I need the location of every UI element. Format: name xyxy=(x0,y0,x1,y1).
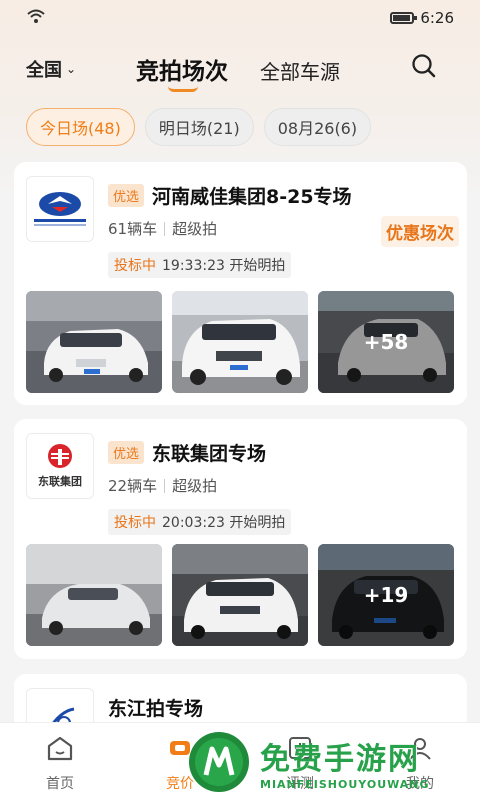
car-photo[interactable] xyxy=(172,544,308,646)
region-selector[interactable]: 全国 ⌄ xyxy=(26,56,76,82)
auction-type: 超级拍 xyxy=(172,220,218,238)
car-photo[interactable] xyxy=(26,544,162,646)
more-photos-count[interactable]: +58 xyxy=(318,291,454,393)
nav-home[interactable]: 首页 xyxy=(0,723,120,800)
tab-auction-sessions[interactable]: 竞拍场次 xyxy=(136,52,228,86)
chip-today[interactable]: 今日场(48) xyxy=(26,108,135,146)
card-title: 河南威佳集团8-25专场 xyxy=(152,186,352,208)
car-photos: +58 xyxy=(26,291,454,393)
active-tab-indicator xyxy=(168,86,198,92)
chip-aug26[interactable]: 08月26(6) xyxy=(263,108,372,146)
wifi-icon xyxy=(26,8,46,28)
tab-all-cars[interactable]: 全部车源 xyxy=(260,56,340,85)
search-icon[interactable] xyxy=(410,52,438,80)
more-photos-count[interactable]: +19 xyxy=(318,544,454,646)
car-photo[interactable]: +58 xyxy=(318,291,454,393)
chip-tomorrow[interactable]: 明日场(21) xyxy=(144,108,254,146)
card-title: 东江拍专场 xyxy=(108,698,204,720)
home-icon xyxy=(46,735,74,765)
auction-card[interactable]: 东联集团 优选 东联集团专场 22辆车 超级拍 投标中 20:03:23 开始明… xyxy=(14,419,467,659)
car-count: 22辆车 xyxy=(108,477,158,495)
auction-type: 超级拍 xyxy=(172,477,218,495)
chevron-down-icon: ⌄ xyxy=(66,62,77,76)
status-time: 6:26 xyxy=(420,9,454,27)
battery-icon xyxy=(390,12,418,24)
bid-status: 投标中 xyxy=(114,515,156,531)
region-label: 全国 xyxy=(26,60,62,81)
card-title: 东联集团专场 xyxy=(152,443,267,465)
nav-home-label: 首页 xyxy=(46,776,74,792)
start-time: 19:33:23 开始明拍 xyxy=(162,258,286,274)
divider xyxy=(164,478,166,493)
divider xyxy=(164,221,166,236)
featured-tag: 优选 xyxy=(108,184,145,207)
car-photo[interactable] xyxy=(172,291,308,393)
bid-status-row: 投标中 20:03:23 开始明拍 xyxy=(108,509,292,535)
dealer-logo: 东联集团 xyxy=(26,433,94,499)
date-filter-chips: 今日场(48) 明日场(21) 08月26(6) xyxy=(26,108,372,146)
watermark-text: 免费手游网 xyxy=(260,741,420,777)
watermark-logo-icon xyxy=(189,732,249,792)
featured-tag: 优选 xyxy=(108,441,145,464)
logo-text: 东联集团 xyxy=(38,475,82,488)
dealer-logo xyxy=(26,176,94,242)
car-photo[interactable]: +19 xyxy=(318,544,454,646)
car-count: 61辆车 xyxy=(108,220,158,238)
watermark-overlay: 免费手游网 MIANFEISHOUYOUWANG xyxy=(186,724,480,800)
start-time: 20:03:23 开始明拍 xyxy=(162,515,286,531)
car-photos: +19 xyxy=(26,544,454,646)
top-navigation: 全国 ⌄ 竞拍场次 全部车源 xyxy=(0,44,480,94)
status-bar: 6:26 xyxy=(0,0,480,36)
bid-status: 投标中 xyxy=(114,258,156,274)
car-photo[interactable] xyxy=(26,291,162,393)
watermark-subtext: MIANFEISHOUYOUWANG xyxy=(260,777,430,791)
auction-card[interactable]: 优选 河南威佳集团8-25专场 61辆车 超级拍 优惠场次 投标中 19:33:… xyxy=(14,162,467,405)
promo-badge: 优惠场次 xyxy=(381,216,459,247)
bid-status-row: 投标中 19:33:23 开始明拍 xyxy=(108,252,292,278)
